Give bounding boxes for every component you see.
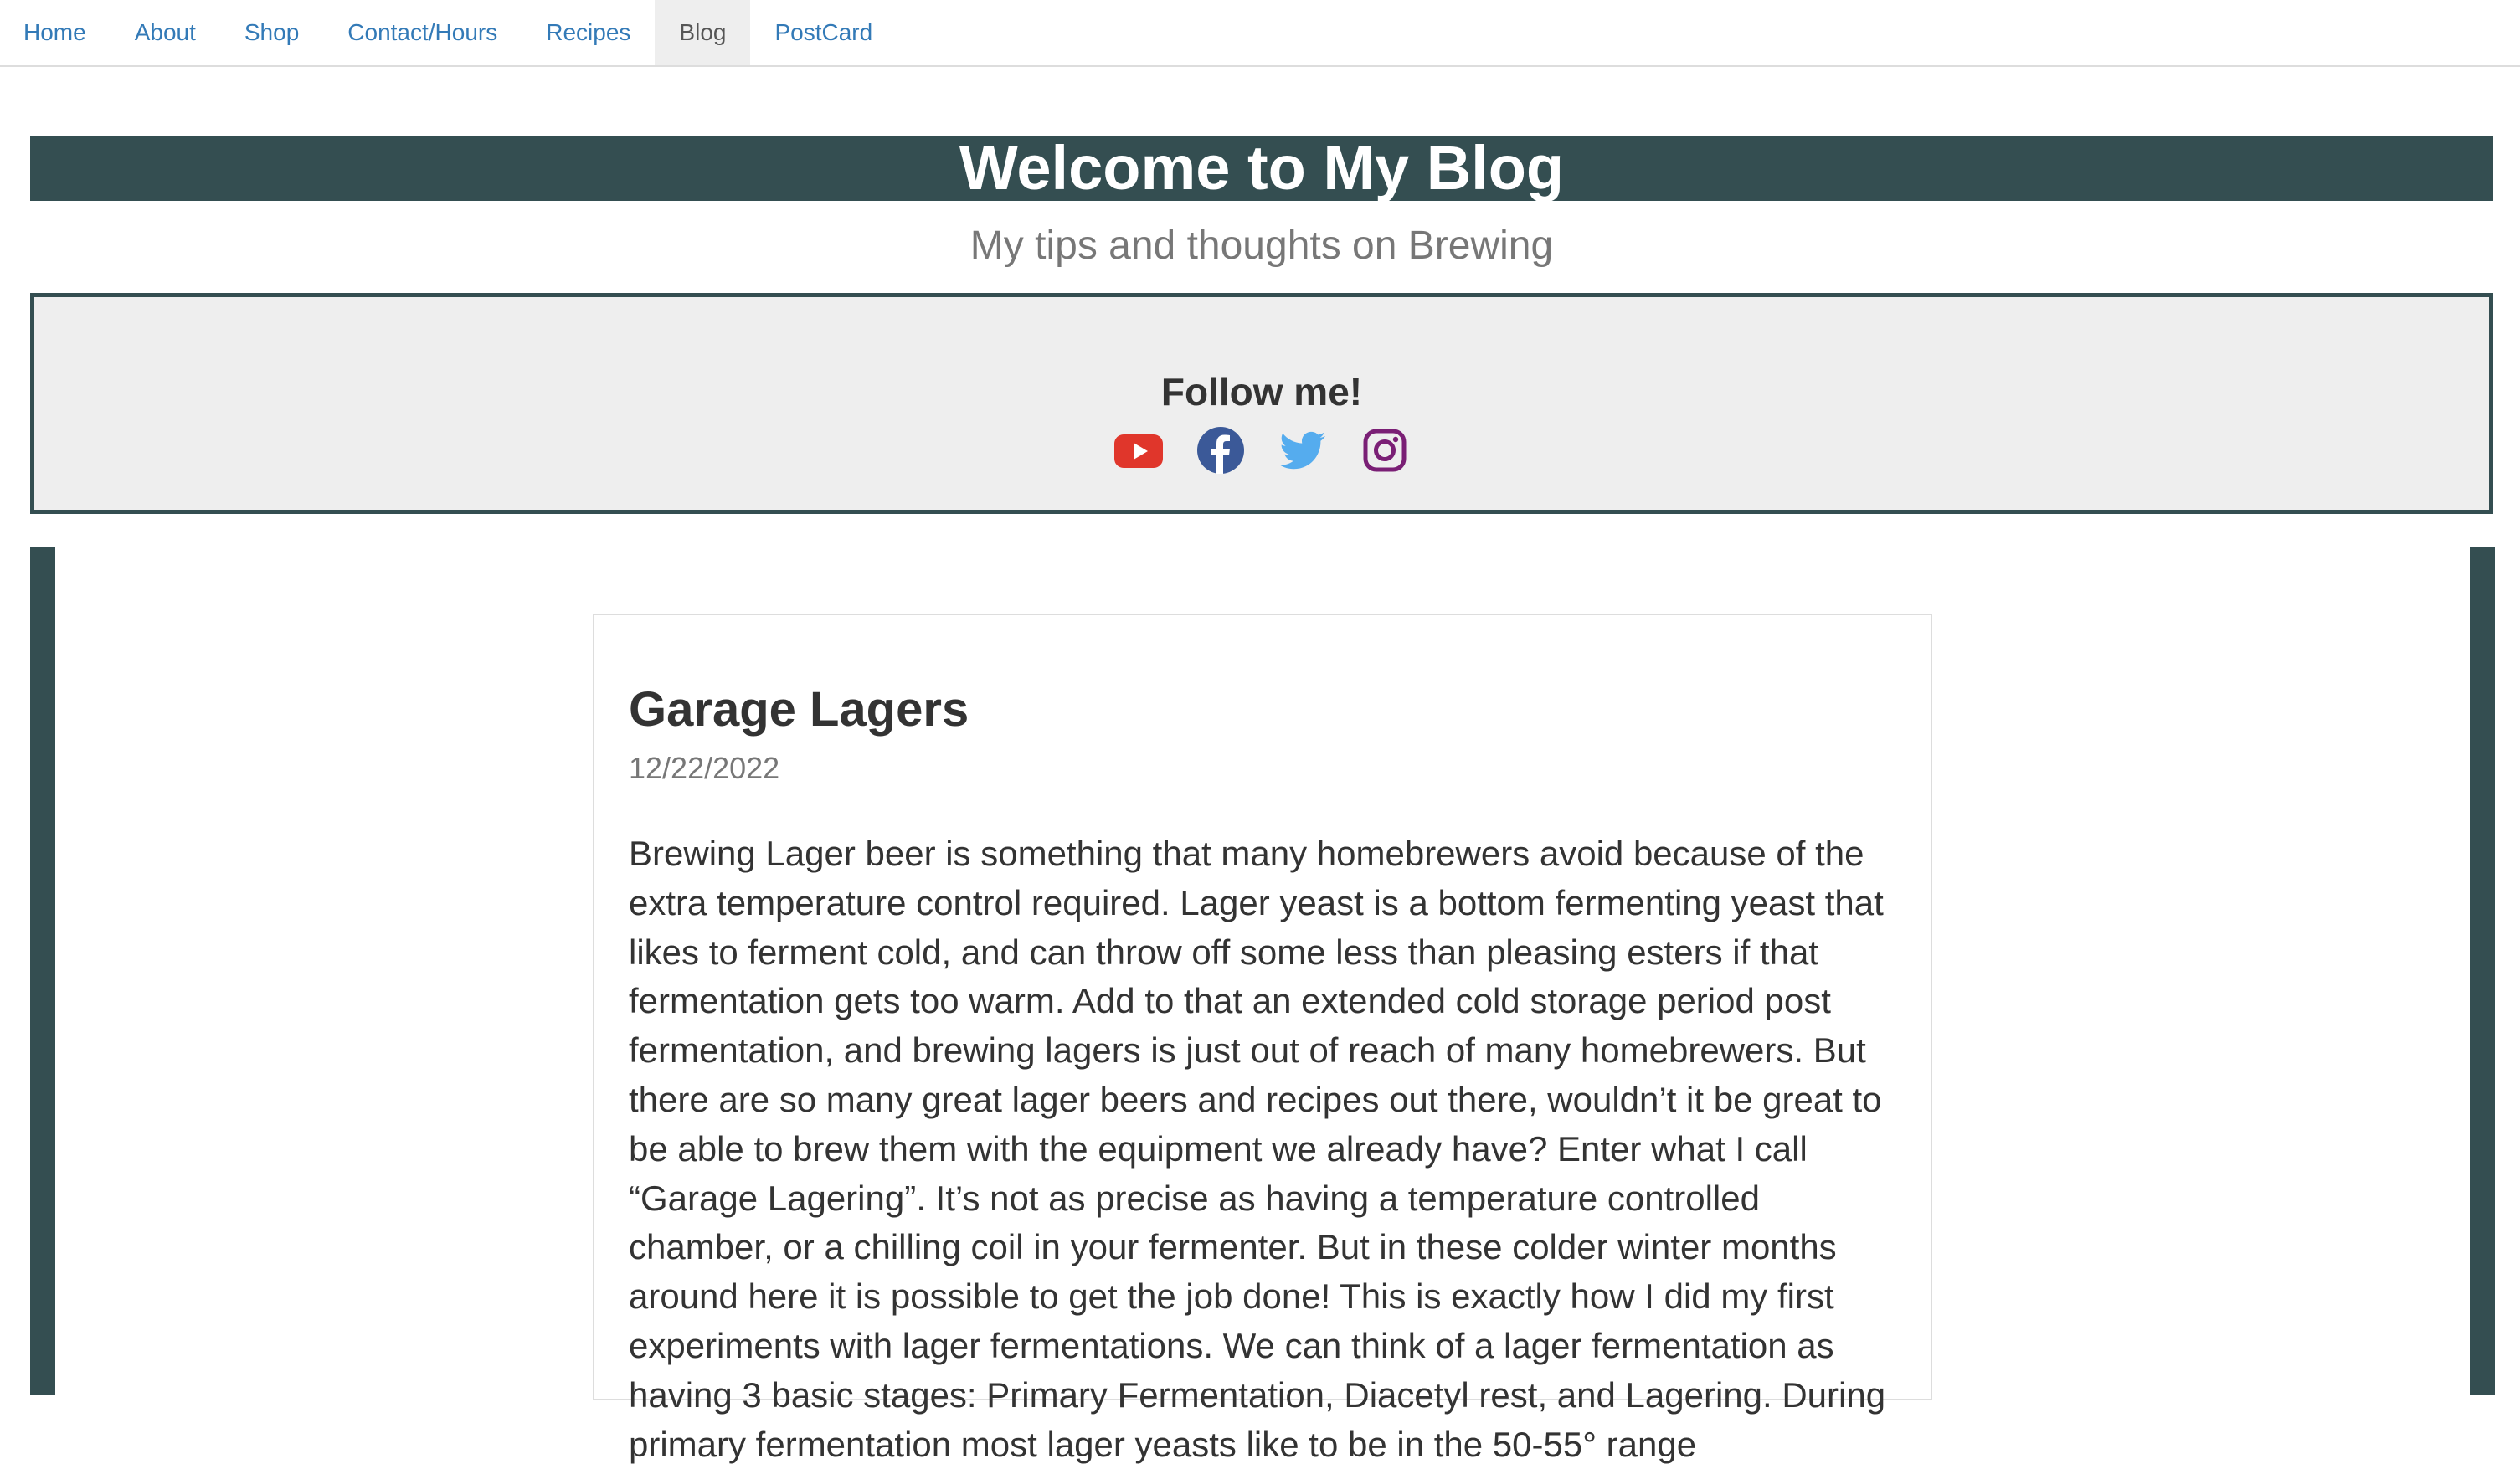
- nav-item-blog[interactable]: Blog: [655, 0, 751, 65]
- nav-item-home[interactable]: Home: [0, 0, 111, 65]
- page-title: Welcome to My Blog: [959, 136, 1565, 201]
- nav-item-contact-hours[interactable]: Contact/Hours: [323, 0, 522, 65]
- blog-post-card: Garage Lagers 12/22/2022 Brewing Lager b…: [593, 614, 1932, 1464]
- post-body: Brewing Lager beer is something that man…: [629, 834, 1886, 1464]
- post-date: 12/22/2022: [629, 751, 780, 785]
- follow-heading: Follow me!: [1160, 370, 1363, 413]
- post-title[interactable]: Garage Lagers: [629, 681, 969, 739]
- nav-item-about[interactable]: About: [111, 0, 220, 65]
- nav-item-shop[interactable]: Shop: [220, 0, 323, 65]
- social-links: [34, 424, 2489, 476]
- page-subtitle: My tips and thoughts on Brewing: [969, 223, 1554, 268]
- content-border-left: [30, 547, 55, 1395]
- top-nav: Home About Shop Contact/Hours Recipes Bl…: [0, 0, 2520, 67]
- twitter-icon[interactable]: [1277, 424, 1329, 476]
- facebook-icon[interactable]: [1195, 424, 1247, 476]
- title-banner: Welcome to My Blog: [30, 136, 2493, 201]
- follow-panel: Follow me!: [30, 293, 2493, 514]
- nav-item-postcard[interactable]: PostCard: [750, 0, 897, 65]
- content-border-right: [2470, 547, 2495, 1395]
- youtube-icon[interactable]: [1113, 424, 1165, 476]
- instagram-icon[interactable]: [1359, 424, 1411, 476]
- nav-item-recipes[interactable]: Recipes: [522, 0, 655, 65]
